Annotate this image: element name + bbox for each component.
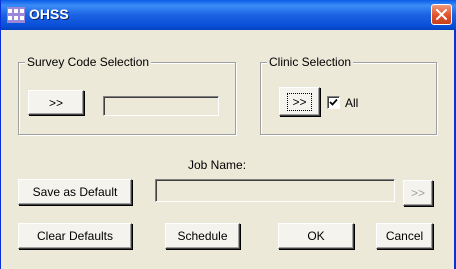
job-browse-button[interactable]: >>: [403, 180, 433, 206]
clinic-select-button[interactable]: >>: [279, 87, 320, 116]
all-checkbox[interactable]: [327, 96, 340, 109]
close-icon: [436, 9, 447, 20]
app-icon: [7, 7, 25, 23]
window-title: OHSS: [29, 6, 69, 22]
all-checkbox-label: All: [345, 96, 359, 110]
job-name-field[interactable]: [155, 179, 395, 202]
save-as-default-button[interactable]: Save as Default: [18, 179, 132, 205]
job-name-label: Job Name:: [188, 158, 247, 172]
survey-code-field[interactable]: [103, 96, 219, 116]
close-button[interactable]: [431, 4, 452, 25]
schedule-button[interactable]: Schedule: [165, 223, 240, 249]
dialog-window: OHSS Survey Code Selection >> Clinic Sel…: [0, 0, 456, 269]
cancel-button[interactable]: Cancel: [376, 223, 433, 249]
ok-button[interactable]: OK: [278, 223, 354, 249]
clear-defaults-button[interactable]: Clear Defaults: [18, 223, 132, 249]
check-icon: [329, 98, 338, 106]
clinic-selection-group-label: Clinic Selection: [267, 55, 354, 69]
title-bar[interactable]: OHSS: [1, 0, 456, 30]
survey-code-select-button[interactable]: >>: [28, 90, 84, 115]
survey-code-group-label: Survey Code Selection: [25, 55, 152, 69]
